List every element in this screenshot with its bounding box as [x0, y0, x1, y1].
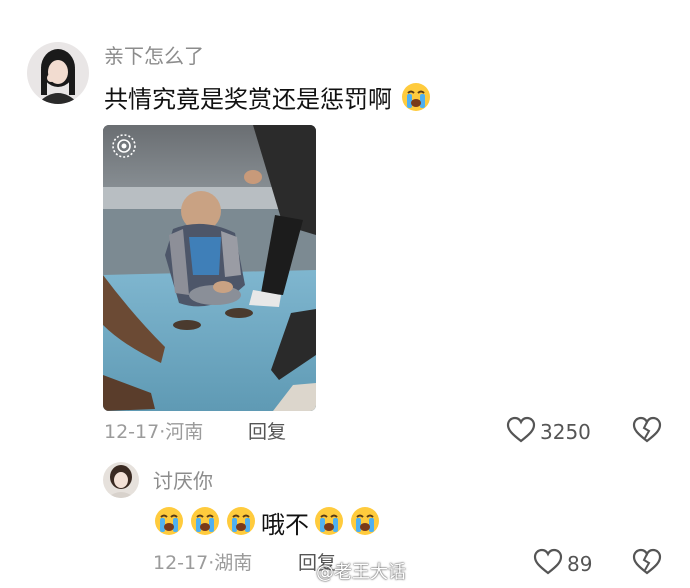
loudly-crying-face-icon: [189, 506, 221, 543]
comment-text: 共情究竟是奖赏还是惩罚啊: [104, 82, 432, 119]
broken-heart-icon: [632, 416, 662, 448]
comment-username[interactable]: 讨厌你: [153, 469, 213, 493]
heart-icon: [533, 548, 563, 580]
like-button[interactable]: 3250: [506, 416, 591, 448]
loudly-crying-face-icon: [400, 82, 432, 119]
dislike-button[interactable]: [632, 416, 662, 448]
like-count: 3250: [540, 420, 591, 444]
heart-icon: [506, 416, 536, 448]
dislike-button[interactable]: [632, 548, 662, 580]
comment-photo[interactable]: [103, 125, 316, 411]
comment-meta: 12-17·河南: [104, 420, 203, 444]
comment-text-body: 哦不: [261, 510, 309, 539]
loudly-crying-face-icon: [153, 506, 185, 543]
comment-text: 哦不: [153, 506, 381, 543]
comment-location: 湖南: [214, 552, 253, 574]
reply-button[interactable]: 回复: [248, 420, 286, 444]
like-count: 89: [567, 552, 593, 576]
loudly-crying-face-icon: [225, 506, 257, 543]
comment-username[interactable]: 亲下怎么了: [104, 44, 204, 68]
comment-meta: 12-17·湖南: [153, 551, 252, 575]
comment-date: 12-17: [153, 552, 209, 574]
avatar[interactable]: [27, 42, 89, 104]
broken-heart-icon: [632, 548, 662, 580]
loudly-crying-face-icon: [349, 506, 381, 543]
like-button[interactable]: 89: [533, 548, 592, 580]
comment-text-body: 共情究竟是奖赏还是惩罚啊: [104, 85, 392, 114]
watermark: @老王大话: [316, 562, 406, 583]
comment-date: 12-17: [104, 421, 160, 443]
loudly-crying-face-icon: [313, 506, 345, 543]
avatar[interactable]: [103, 462, 139, 498]
comment-location: 河南: [165, 421, 204, 443]
